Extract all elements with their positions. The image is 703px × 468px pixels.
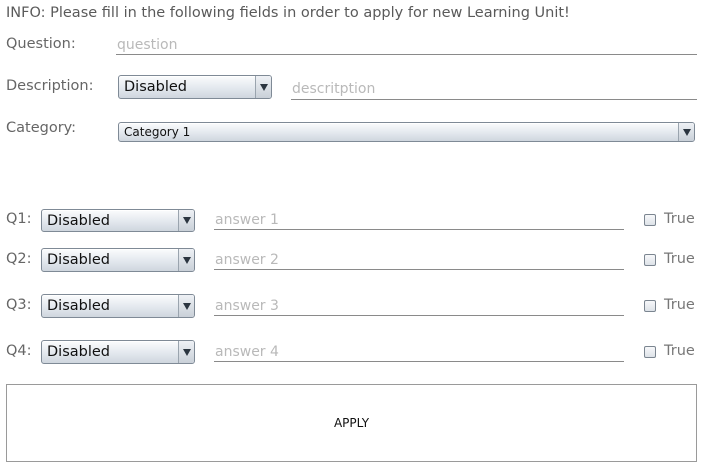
answer-4-label: Q4: [6,343,32,359]
description-type-dropdown[interactable]: Disabled [118,75,272,99]
answer-1-type-value: Disabled [47,212,110,229]
answer-3-true-checkbox[interactable] [644,300,656,312]
description-type-value: Disabled [124,79,187,95]
answer-2-type-value: Disabled [47,252,110,268]
answer-3-type-dropdown[interactable]: Disabled [41,294,195,318]
answer-3-label: Q3: [6,297,32,313]
apply-button-label: APPLY [333,416,370,430]
info-message: INFO: Please fill in the following field… [6,5,570,21]
chevron-down-icon [178,210,194,231]
answer-1-true-checkbox[interactable] [644,214,656,226]
answer-2-true-label: True [664,251,695,267]
answer-4-input[interactable] [214,342,624,362]
answer-2-type-dropdown[interactable]: Disabled [41,248,195,272]
answer-1-input[interactable] [214,210,624,230]
answer-3-true-label: True [664,297,695,313]
question-input[interactable] [116,35,697,55]
answer-1-type-dropdown[interactable]: Disabled [41,209,195,232]
answer-3-type-value: Disabled [47,298,110,314]
chevron-down-icon [178,249,194,271]
question-label: Question: [6,36,76,52]
answer-4-true-label: True [664,343,695,359]
category-dropdown[interactable]: Category 1 [118,122,695,142]
chevron-down-icon [255,76,271,98]
chevron-down-icon [178,341,194,363]
chevron-down-icon [178,295,194,317]
answer-1-label: Q1: [6,211,32,227]
answer-2-true-checkbox[interactable] [644,254,656,266]
answer-1-true-label: True [664,211,695,227]
answer-4-true-checkbox[interactable] [644,346,656,358]
category-value: Category 1 [124,125,191,139]
answer-4-type-value: Disabled [47,344,110,360]
description-label: Description: [6,78,94,94]
category-label: Category: [6,120,77,136]
description-input[interactable] [291,78,697,100]
answer-4-type-dropdown[interactable]: Disabled [41,340,195,364]
answer-3-input[interactable] [214,296,624,316]
apply-button[interactable]: APPLY [6,384,697,462]
answer-2-label: Q2: [6,251,32,267]
answer-2-input[interactable] [214,250,624,270]
chevron-down-icon [678,123,694,141]
